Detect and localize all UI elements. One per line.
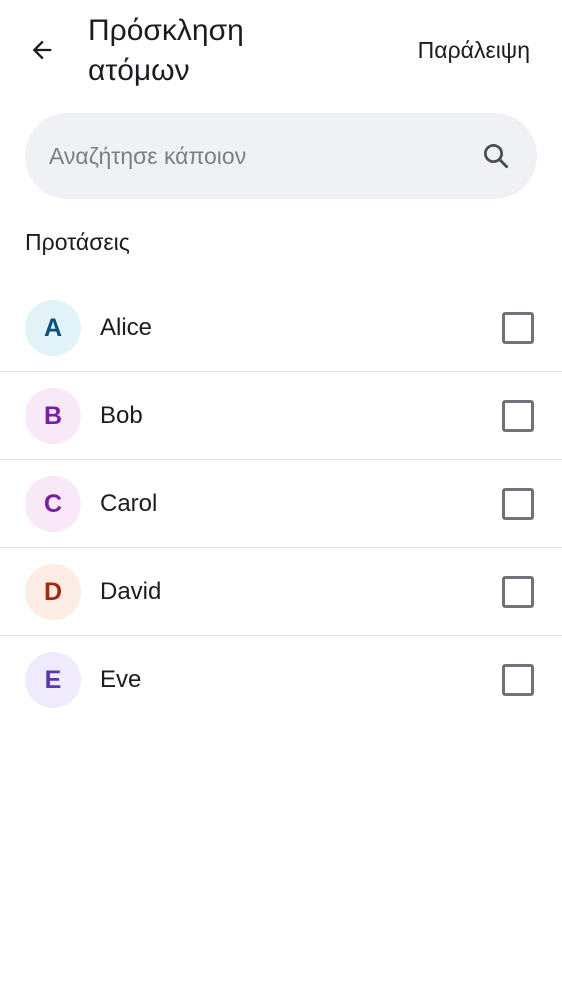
invite-checkbox[interactable] — [502, 400, 534, 432]
list-item[interactable]: C Carol — [0, 460, 562, 548]
search-input[interactable] — [49, 113, 469, 199]
suggestions-list: A Alice B Bob C Carol D David E Eve — [0, 284, 562, 724]
list-item[interactable]: B Bob — [0, 372, 562, 460]
search-icon[interactable] — [481, 141, 511, 171]
list-item[interactable]: A Alice — [0, 284, 562, 372]
person-name: Eve — [100, 666, 142, 693]
suggestions-heading: Προτάσεις — [25, 229, 130, 255]
avatar: B — [25, 388, 81, 444]
back-button[interactable] — [18, 26, 66, 74]
skip-button[interactable]: Παράλειψη — [418, 33, 530, 67]
person-name: David — [100, 578, 162, 605]
person-name: Carol — [100, 490, 158, 517]
invite-checkbox[interactable] — [502, 488, 534, 520]
top-app-bar: Πρόσκληση ατόμων Παράλειψη — [0, 0, 562, 100]
search-bar — [25, 113, 537, 199]
invite-checkbox[interactable] — [502, 312, 534, 344]
avatar: A — [25, 300, 81, 356]
list-item[interactable]: E Eve — [0, 636, 562, 724]
avatar: E — [25, 652, 81, 708]
avatar: C — [25, 476, 81, 532]
person-name: Alice — [100, 314, 153, 341]
arrow-left-icon — [32, 40, 52, 60]
avatar: D — [25, 564, 81, 620]
person-name: Bob — [100, 402, 143, 429]
invite-checkbox[interactable] — [502, 576, 534, 608]
invite-checkbox[interactable] — [502, 664, 534, 696]
page-title: Πρόσκληση ατόμων — [88, 14, 244, 87]
list-item[interactable]: D David — [0, 548, 562, 636]
